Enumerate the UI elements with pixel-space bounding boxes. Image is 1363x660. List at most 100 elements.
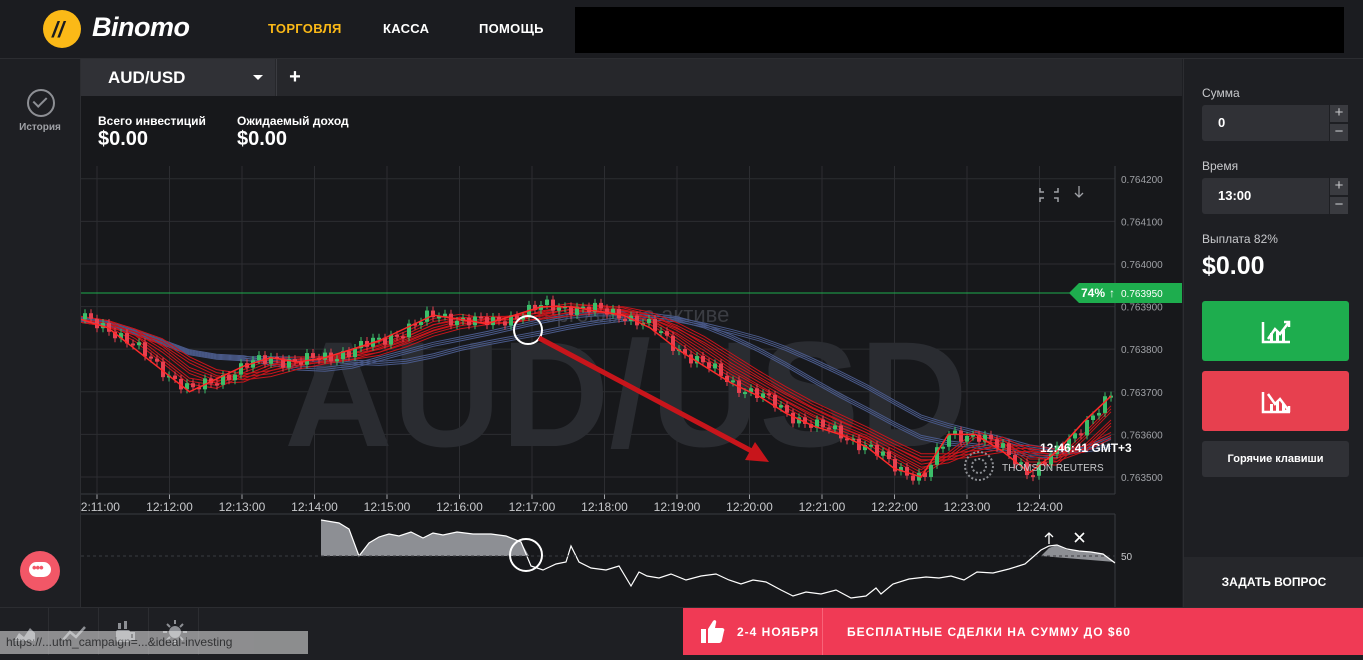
chart-area[interactable]: Всего инвестиций $0.00 Ожидаемый доход $… <box>81 96 1182 607</box>
add-tab-button[interactable]: + <box>276 59 313 96</box>
candle <box>1103 396 1107 413</box>
tab-aud-usd[interactable]: AUD/USD <box>81 59 275 96</box>
candle <box>779 405 783 408</box>
payout-label: Выплата 82% <box>1202 232 1278 246</box>
trade-panel: Сумма 0 + − Время 13:00 + − Выплата 82% … <box>1183 59 1363 607</box>
put-button[interactable] <box>1202 371 1349 431</box>
x-tick-label: 12:20:00 <box>726 500 773 514</box>
candle <box>305 353 309 365</box>
candle <box>719 363 723 376</box>
y-tick-label: 0.763700 <box>1121 388 1163 399</box>
arrow-up-icon[interactable] <box>1044 532 1054 544</box>
y-tick-label: 0.764200 <box>1121 175 1163 186</box>
x-tick-label: 12:23:00 <box>944 500 991 514</box>
nav-cashier[interactable]: КАССА <box>383 21 429 36</box>
candle <box>767 393 771 396</box>
time-label: Время <box>1202 159 1239 173</box>
candle <box>653 319 657 332</box>
amount-value: 0 <box>1218 115 1226 130</box>
time-decrease-button[interactable]: − <box>1330 197 1348 214</box>
amount-input[interactable]: 0 <box>1202 105 1329 141</box>
chevron-down-icon[interactable] <box>253 75 263 80</box>
amount-label: Сумма <box>1202 86 1240 100</box>
promo-banner[interactable]: 2-4 НОЯБРЯ БЕСПЛАТНЫЕ СДЕЛКИ НА СУММУ ДО… <box>683 608 1363 655</box>
candle <box>791 412 795 424</box>
server-time: 12:46:41 GMT+3 <box>1040 441 1132 455</box>
left-sidebar: История <box>0 59 81 607</box>
candle <box>335 359 339 362</box>
price-chart[interactable]: AUD/USD Торговля на активе 12:11:0012:12… <box>81 96 1182 607</box>
x-tick-label: 12:22:00 <box>871 500 918 514</box>
time-increase-button[interactable]: + <box>1330 178 1348 195</box>
candle <box>347 351 351 358</box>
brand-name[interactable]: Binomo <box>92 12 190 43</box>
candle <box>665 331 669 336</box>
candle <box>701 356 705 363</box>
promo-date: 2-4 НОЯБРЯ <box>737 625 820 639</box>
thumbs-up-icon <box>701 620 725 643</box>
x-tick-label: 12:21:00 <box>799 500 846 514</box>
chat-button[interactable] <box>20 551 60 591</box>
candle <box>713 363 717 369</box>
x-tick-label: 12:13:00 <box>219 500 266 514</box>
x-tick-label: 12:14:00 <box>291 500 338 514</box>
history-label[interactable]: История <box>0 122 80 133</box>
oscillator-line <box>320 519 1116 599</box>
arrow-down-icon[interactable] <box>1074 186 1084 198</box>
oscillator-area-2 <box>1041 545 1115 562</box>
promo-text: БЕСПЛАТНЫЕ СДЕЛКИ НА СУММУ ДО $60 <box>847 625 1131 639</box>
call-button[interactable] <box>1202 301 1349 361</box>
candle <box>743 392 747 395</box>
hotkeys-button[interactable]: Горячие клавиши <box>1202 441 1349 477</box>
payout-value: $0.00 <box>1202 252 1265 280</box>
time-input[interactable]: 13:00 <box>1202 178 1329 214</box>
x-tick-label: 12:18:00 <box>581 500 628 514</box>
candle <box>989 434 993 440</box>
candle <box>149 356 153 359</box>
candle <box>833 425 837 430</box>
amount-decrease-button[interactable]: − <box>1330 124 1348 141</box>
price-tag-percent: 74% <box>1081 286 1105 300</box>
fullscreen-icon[interactable] <box>1039 188 1059 202</box>
close-icon[interactable] <box>1074 532 1085 543</box>
candle <box>869 444 873 447</box>
candle <box>599 302 603 309</box>
candle <box>929 464 933 477</box>
candle <box>191 383 195 388</box>
y-tick-label: 0.763500 <box>1121 473 1163 484</box>
price-tag-value: 0.763950 <box>1121 289 1163 300</box>
redacted-account-area <box>575 7 1344 53</box>
candle <box>1001 443 1005 448</box>
candle <box>887 451 891 460</box>
amount-increase-button[interactable]: + <box>1330 105 1348 122</box>
candle <box>731 380 735 383</box>
candle <box>827 427 831 430</box>
candle <box>1085 419 1089 436</box>
ask-question-button[interactable]: ЗАДАТЬ ВОПРОС <box>1184 557 1363 607</box>
x-tick-label: 12:11:00 <box>81 500 120 514</box>
binomo-logo-icon[interactable]: // <box>43 10 81 48</box>
candle <box>605 308 609 315</box>
nav-help[interactable]: ПОМОЩЬ <box>479 21 544 36</box>
candle <box>401 336 405 339</box>
candle <box>137 342 141 346</box>
oscillator-level: 50 <box>1121 552 1133 563</box>
nav-trading[interactable]: ТОРГОВЛЯ <box>268 21 342 36</box>
history-check-icon[interactable] <box>27 89 55 117</box>
candle <box>1091 415 1095 420</box>
status-url: https://...utm_campaign=...&ideal-invest… <box>0 631 308 654</box>
candle <box>965 435 969 442</box>
candle <box>659 331 663 334</box>
data-provider: THOMSON REUTERS <box>1002 463 1104 474</box>
candle <box>1097 412 1101 416</box>
candle <box>821 419 825 428</box>
candle <box>83 313 87 320</box>
candle <box>623 318 627 322</box>
asset-tabs: AUD/USD + <box>81 59 1182 96</box>
candle <box>557 307 561 311</box>
candle <box>425 310 429 322</box>
chart-down-icon <box>1261 392 1291 414</box>
x-tick-label: 12:24:00 <box>1016 500 1063 514</box>
chart-up-icon <box>1261 320 1291 344</box>
candle <box>131 343 135 346</box>
